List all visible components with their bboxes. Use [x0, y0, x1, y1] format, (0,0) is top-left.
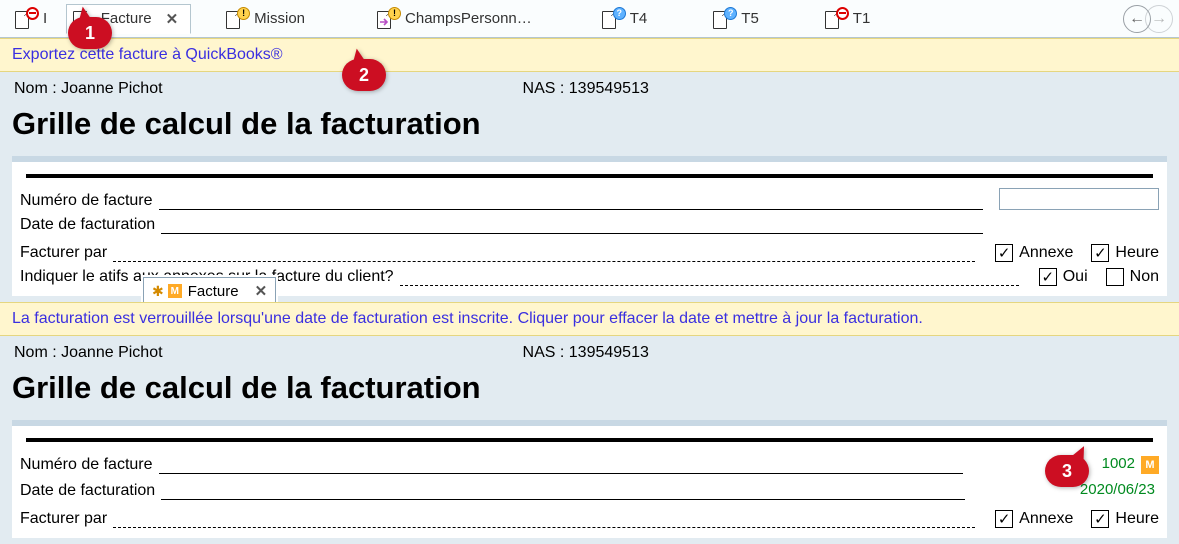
invoice-number-field[interactable] [999, 188, 1159, 210]
row-invoice-number: Numéro de facture 1002 M [20, 452, 1159, 474]
tab-label: I [43, 10, 47, 27]
doc-deny-icon [825, 9, 847, 29]
callout-3: 3 [1045, 455, 1089, 487]
nav-back-forward: ← → [1123, 5, 1173, 33]
label-invoice-date: Date de facturation [20, 482, 161, 500]
tab-t4[interactable]: T4 [595, 4, 661, 34]
dashed-line [113, 242, 975, 262]
tab-t5[interactable]: T5 [706, 4, 772, 34]
underline [159, 454, 963, 474]
tab-bar: I Facture ✕ Mission ChampsPersonn… T4 [0, 0, 1179, 38]
underline [161, 214, 983, 234]
dashed-line [113, 508, 975, 528]
dashed-line [400, 266, 1019, 286]
tab-label: T4 [630, 10, 648, 27]
tab-i[interactable]: I [8, 4, 60, 34]
nom-label: Nom : [14, 344, 57, 362]
checkbox-heure[interactable]: ✓Heure [1091, 510, 1159, 528]
callout-2: 2 [342, 59, 386, 91]
billing-sheet-2: Numéro de facture 1002 M Date de factura… [12, 420, 1167, 538]
billing-sheet-1: Numéro de facture Date de facturation Fa… [12, 156, 1167, 296]
star-icon: ✱ [152, 283, 164, 300]
checkbox-annexe[interactable]: ✓Annexe [995, 244, 1073, 262]
billing-panel-2: Nom : Joanne Pichot NAS : 139549513 Gril… [0, 336, 1179, 544]
doc-q-icon [713, 9, 735, 29]
m-badge-icon: M [1141, 456, 1159, 474]
label-invoice-number: Numéro de facture [20, 456, 159, 474]
nom-label: Nom : [14, 80, 57, 98]
checkbox-annexe[interactable]: ✓Annexe [995, 510, 1073, 528]
row-invoice-number: Numéro de facture [20, 188, 1159, 210]
page-title: Grille de calcul de la facturation [6, 366, 1173, 420]
row-invoice-date: Date de facturation 2020/06/23 [20, 478, 1159, 500]
nas-value: 139549513 [569, 80, 649, 97]
close-icon[interactable]: ✕ [166, 10, 179, 28]
label-invoice-date: Date de facturation [20, 216, 161, 234]
banner-text: Exportez cette facture à QuickBooks® [12, 46, 283, 63]
label-facturer: Facturer par [20, 510, 113, 528]
tab-label: Mission [254, 10, 305, 27]
nas-label: NAS : [523, 344, 565, 361]
page-title: Grille de calcul de la facturation [6, 102, 1173, 156]
floating-tab-label: Facture [188, 283, 239, 300]
label-invoice-number: Numéro de facture [20, 192, 159, 210]
nav-forward-button[interactable]: → [1145, 5, 1173, 33]
tab-label: T1 [853, 10, 871, 27]
close-icon[interactable]: ✕ [255, 282, 268, 300]
doc-q-icon [602, 9, 624, 29]
nas-label: NAS : [523, 80, 565, 97]
nom-value: Joanne Pichot [61, 80, 162, 98]
locked-billing-banner[interactable]: La facturation est verrouillée lorsqu'un… [0, 302, 1179, 336]
label-facturer: Facturer par [20, 244, 113, 262]
callout-1: 1 [68, 17, 112, 49]
nom-value: Joanne Pichot [61, 344, 162, 362]
floating-tab-facture[interactable]: ✱ M Facture ✕ [143, 277, 276, 305]
underline [161, 480, 965, 500]
banner-text: La facturation est verrouillée lorsqu'un… [12, 310, 923, 327]
checkbox-non[interactable]: Non [1106, 268, 1159, 286]
doc-arrow-warn-icon [377, 9, 399, 29]
billing-panel-1: Nom : Joanne Pichot NAS : 139549513 Gril… [0, 72, 1179, 302]
tab-label: ChampsPersonn… [405, 10, 532, 27]
nas-value: 139549513 [569, 344, 649, 361]
m-badge-icon: M [168, 284, 182, 298]
tab-champs[interactable]: ChampsPersonn… [370, 4, 545, 34]
tab-t1[interactable]: T1 [818, 4, 884, 34]
row-facturer: Facturer par ✓Annexe ✓Heure [20, 242, 1159, 262]
tab-label: T5 [741, 10, 759, 27]
doc-warn-icon [226, 9, 248, 29]
client-meta: Nom : Joanne Pichot NAS : 139549513 [6, 78, 1173, 102]
checkbox-heure[interactable]: ✓Heure [1091, 244, 1159, 262]
tab-mission[interactable]: Mission [219, 4, 318, 34]
underline [159, 190, 983, 210]
row-facturer: Facturer par ✓Annexe ✓Heure [20, 508, 1159, 528]
checkbox-oui[interactable]: ✓Oui [1039, 268, 1088, 286]
row-invoice-date: Date de facturation [20, 214, 1159, 234]
doc-deny-icon [15, 9, 37, 29]
export-quickbooks-banner[interactable]: Exportez cette facture à QuickBooks® [0, 38, 1179, 72]
client-meta: Nom : Joanne Pichot NAS : 139549513 [6, 342, 1173, 366]
